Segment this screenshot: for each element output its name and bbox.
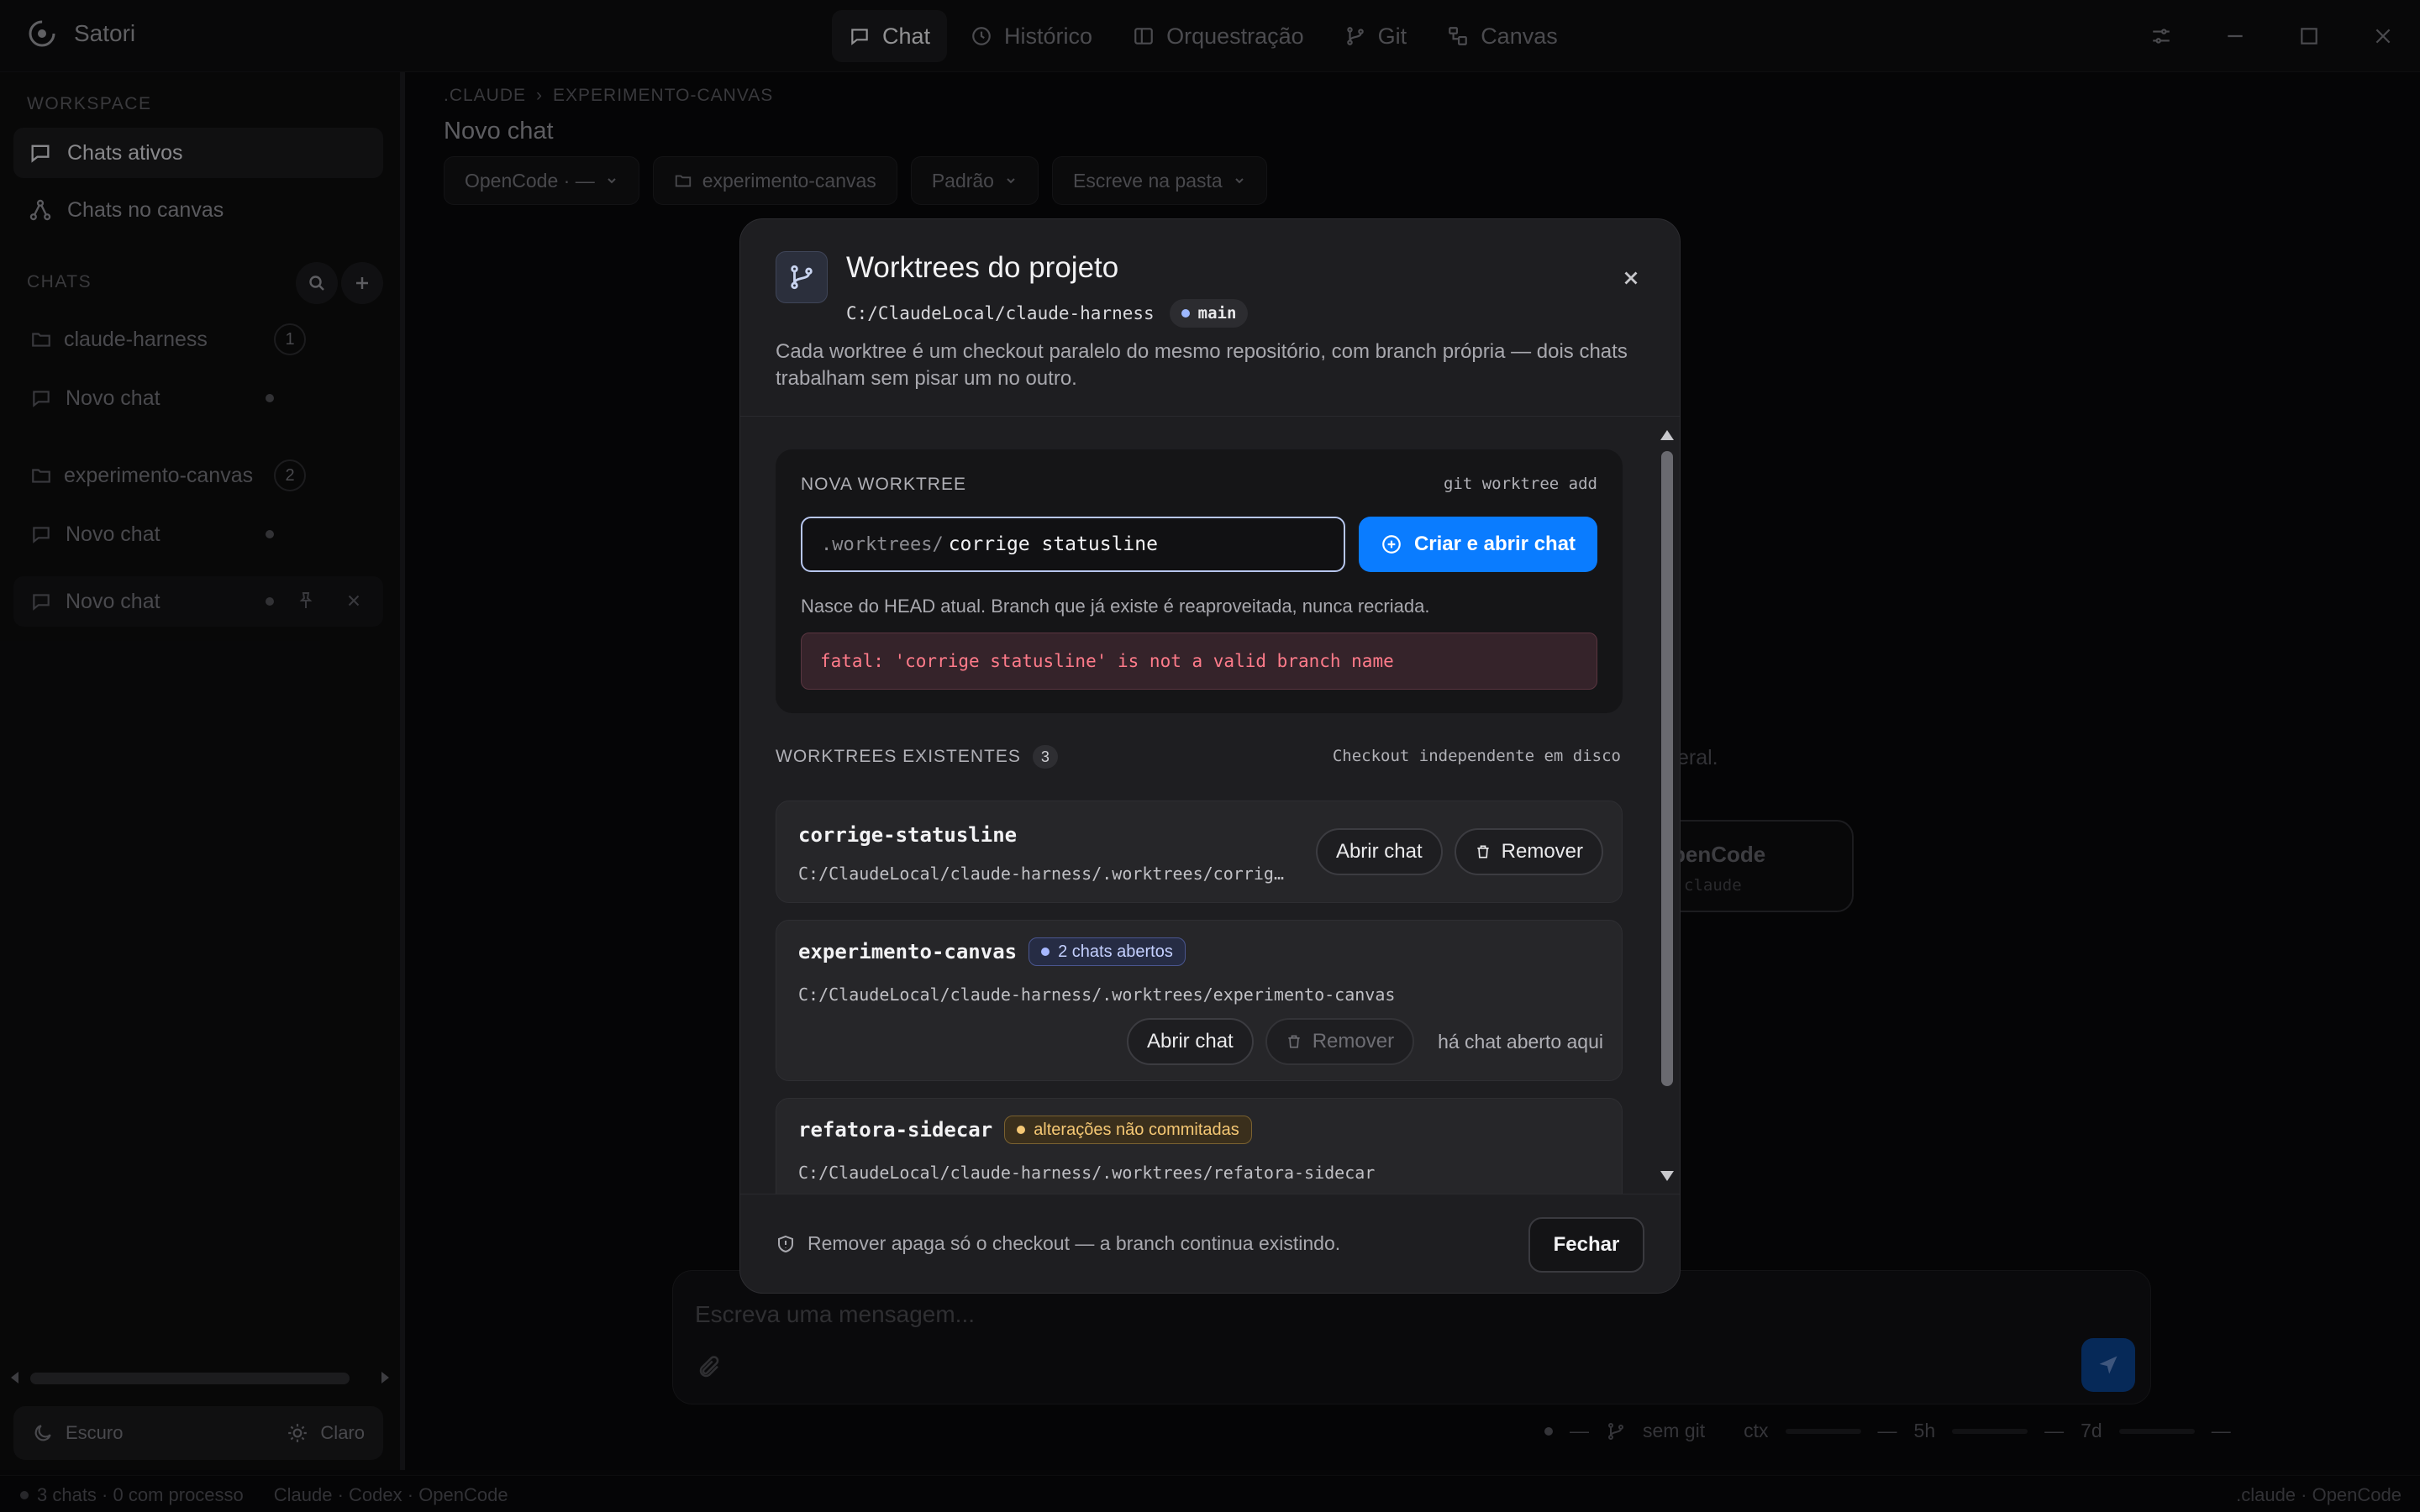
dialog-close-button[interactable] [1609, 256, 1653, 300]
worktree-list-viewport: refatora-sidecar alterações não commitad… [740, 421, 1656, 1194]
badge-dot [1017, 1126, 1026, 1134]
dialog-vertical-scrollbar[interactable] [1656, 421, 1680, 1190]
shield-icon [776, 1234, 796, 1254]
status-badge: alterações não commitadas [1004, 1116, 1252, 1144]
branch-dot [1181, 309, 1190, 318]
divider [740, 416, 1680, 417]
git-branch-icon [787, 263, 816, 291]
badge-label: alterações não commitadas [1034, 1120, 1239, 1139]
dialog-icon [776, 251, 828, 303]
scrollbar-thumb[interactable] [1661, 451, 1673, 1086]
footer-note-text: Remover apaga só o checkout — a branch c… [808, 1232, 1341, 1254]
worktree-name: refatora-sidecar [798, 1118, 993, 1142]
scroll-down-arrow-icon[interactable] [1658, 1168, 1676, 1184]
close-dialog-button[interactable]: Fechar [1528, 1217, 1644, 1273]
close-icon [1620, 267, 1642, 289]
dialog-footer-note: Remover apaga só o checkout — a branch c… [776, 1232, 1340, 1255]
worktree-card: refatora-sidecar alterações não commitad… [776, 1098, 1623, 1194]
dialog-description: Cada worktree é um checkout paralelo do … [776, 340, 1628, 390]
branch-name: main [1197, 304, 1237, 323]
project-path: C:/ClaudeLocal/claude-harness [846, 303, 1155, 323]
branch-badge: main [1169, 299, 1249, 328]
dialog-project-path: C:/ClaudeLocal/claude-harness main [846, 299, 1249, 328]
worktrees-dialog: Worktrees do projeto C:/ClaudeLocal/clau… [739, 218, 1681, 1294]
scroll-up-arrow-icon[interactable] [1658, 428, 1676, 443]
worktree-path: C:/ClaudeLocal/claude-harness/.worktrees… [798, 1163, 1376, 1183]
worktree-title-row: refatora-sidecar alterações não commitad… [798, 1116, 1252, 1144]
dialog-title: Worktrees do projeto [846, 251, 1119, 284]
